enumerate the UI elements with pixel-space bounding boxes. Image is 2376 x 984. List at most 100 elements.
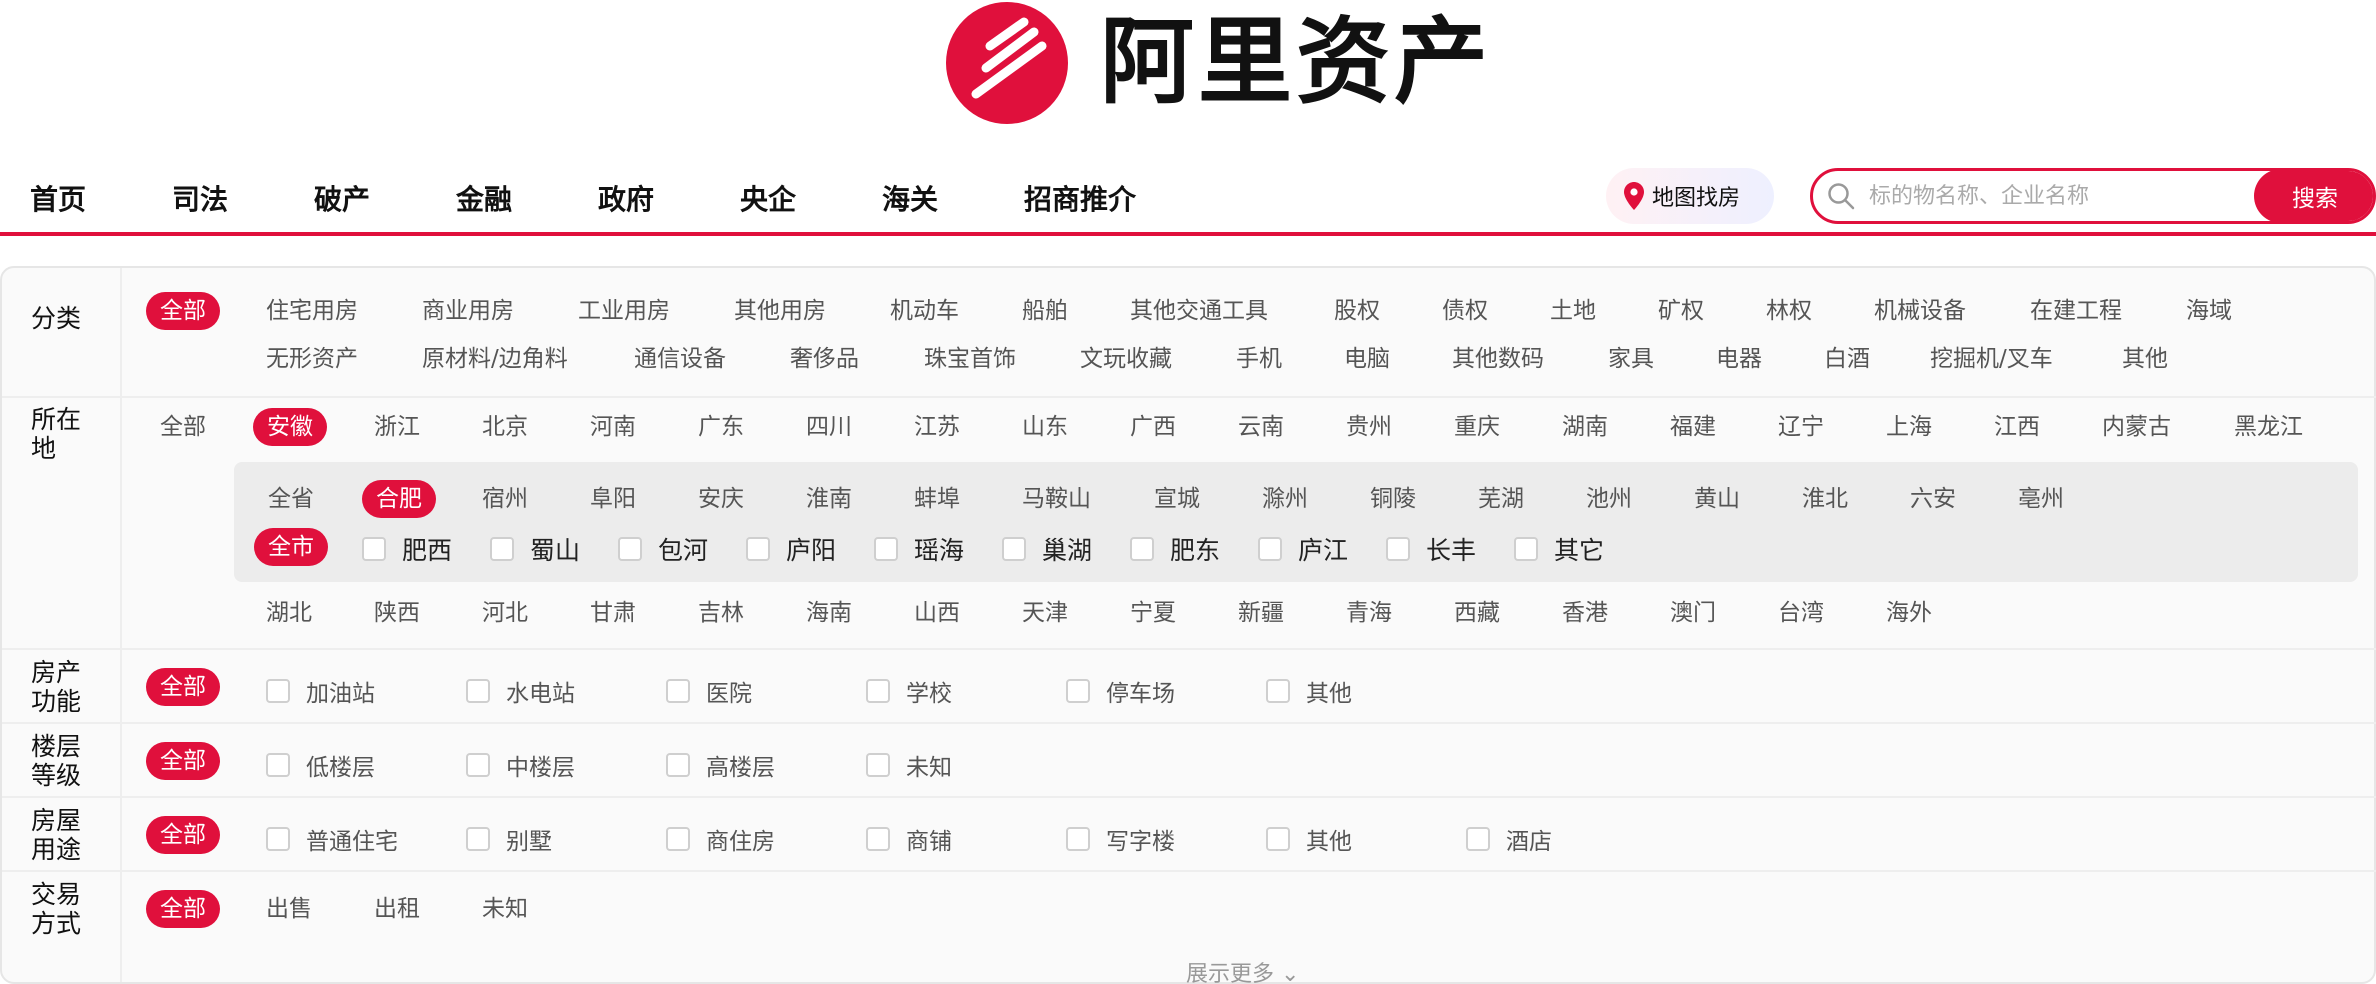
category-option[interactable]: 林权 [1766,294,1812,328]
checkbox[interactable] [1466,827,1490,851]
category-option[interactable]: 海域 [2186,294,2232,328]
category-option[interactable]: 其他数码 [1452,342,1544,376]
property-function-all-pill[interactable]: 全部 [146,668,220,706]
trade-type-option[interactable]: 未知 [482,892,528,926]
checkbox[interactable] [1002,537,1026,561]
category-option[interactable]: 原材料/边角料 [422,342,568,376]
category-option[interactable]: 其他交通工具 [1130,294,1268,328]
trade-type-option[interactable]: 出售 [266,892,312,926]
category-option[interactable]: 奢侈品 [790,342,859,376]
map-search-button[interactable]: 地图找房 [1606,168,1774,224]
category-option[interactable]: 电脑 [1344,342,1390,376]
checkbox[interactable] [1066,827,1090,851]
property-function-option[interactable]: 医院 [666,674,752,708]
floor-level-all-pill[interactable]: 全部 [146,742,220,780]
nav-item-home[interactable]: 首页 [30,180,86,220]
checkbox[interactable] [1266,827,1290,851]
checkbox[interactable] [666,679,690,703]
district-selected-pill[interactable]: 全市 [254,528,328,566]
category-option[interactable]: 手机 [1236,342,1282,376]
district-option[interactable]: 瑶海 [874,531,964,567]
city-option[interactable]: 黄山 [1694,482,1740,516]
category-option[interactable]: 电器 [1716,342,1762,376]
property-function-option[interactable]: 加油站 [266,674,375,708]
trade-type-all-pill[interactable]: 全部 [146,890,220,928]
province-option[interactable]: 辽宁 [1778,410,1824,444]
district-option[interactable]: 巢湖 [1002,531,1092,567]
category-option[interactable]: 通信设备 [634,342,726,376]
city-option[interactable]: 淮南 [806,482,852,516]
city-option[interactable]: 蚌埠 [914,482,960,516]
province-option[interactable]: 湖南 [1562,410,1608,444]
house-use-option[interactable]: 其他 [1266,822,1352,856]
city-option[interactable]: 六安 [1910,482,1956,516]
province-option[interactable]: 台湾 [1778,596,1824,630]
category-option[interactable]: 文玩收藏 [1080,342,1172,376]
house-use-option[interactable]: 商住房 [666,822,775,856]
province-option[interactable]: 湖北 [266,596,312,630]
checkbox[interactable] [266,827,290,851]
house-use-option[interactable]: 酒店 [1466,822,1552,856]
category-all-pill[interactable]: 全部 [146,292,220,330]
category-option[interactable]: 土地 [1550,294,1596,328]
city-option[interactable]: 亳州 [2018,482,2064,516]
city-option[interactable]: 滁州 [1262,482,1308,516]
city-option[interactable]: 铜陵 [1370,482,1416,516]
city-all-option[interactable]: 全省 [268,482,314,516]
city-option[interactable]: 池州 [1586,482,1632,516]
checkbox[interactable] [746,537,770,561]
city-option[interactable]: 宣城 [1154,482,1200,516]
location-selected-pill[interactable]: 安徽 [253,408,327,446]
province-option[interactable]: 陕西 [374,596,420,630]
house-use-all-pill[interactable]: 全部 [146,816,220,854]
floor-level-option[interactable]: 低楼层 [266,748,375,782]
province-option[interactable]: 四川 [806,410,852,444]
category-option[interactable]: 船舶 [1022,294,1068,328]
category-option[interactable]: 债权 [1442,294,1488,328]
property-function-option[interactable]: 水电站 [466,674,575,708]
house-use-option[interactable]: 别墅 [466,822,552,856]
nav-item-central-enterprise[interactable]: 央企 [740,180,796,220]
province-option[interactable]: 福建 [1670,410,1716,444]
city-option[interactable]: 宿州 [482,482,528,516]
checkbox[interactable] [1258,537,1282,561]
city-option[interactable]: 马鞍山 [1022,482,1091,516]
checkbox[interactable] [1066,679,1090,703]
checkbox[interactable] [466,827,490,851]
city-selected-pill[interactable]: 合肥 [362,480,436,518]
province-option[interactable]: 澳门 [1670,596,1716,630]
city-option[interactable]: 安庆 [698,482,744,516]
province-option[interactable]: 上海 [1886,410,1932,444]
province-option[interactable]: 甘肃 [590,596,636,630]
district-option[interactable]: 其它 [1514,531,1604,567]
property-function-option[interactable]: 学校 [866,674,952,708]
checkbox[interactable] [266,679,290,703]
location-all-option[interactable]: 全部 [160,410,206,444]
province-option[interactable]: 西藏 [1454,596,1500,630]
district-option[interactable]: 长丰 [1386,531,1476,567]
category-option[interactable]: 珠宝首饰 [924,342,1016,376]
nav-item-finance[interactable]: 金融 [456,180,512,220]
nav-item-bankruptcy[interactable]: 破产 [314,180,370,220]
city-option[interactable]: 芜湖 [1478,482,1524,516]
category-option[interactable]: 在建工程 [2030,294,2122,328]
category-option[interactable]: 白酒 [1824,342,1870,376]
category-option[interactable]: 挖掘机/叉车 [1930,342,2053,376]
province-option[interactable]: 海外 [1886,596,1932,630]
category-option[interactable]: 工业用房 [578,294,670,328]
province-option[interactable]: 新疆 [1238,596,1284,630]
category-option[interactable]: 股权 [1334,294,1380,328]
category-option[interactable]: 家具 [1608,342,1654,376]
checkbox[interactable] [1386,537,1410,561]
house-use-option[interactable]: 普通住宅 [266,822,398,856]
province-option[interactable]: 宁夏 [1130,596,1176,630]
trade-type-option[interactable]: 出租 [374,892,420,926]
checkbox[interactable] [866,679,890,703]
province-option[interactable]: 海南 [806,596,852,630]
province-option[interactable]: 黑龙江 [2234,410,2303,444]
province-option[interactable]: 云南 [1238,410,1284,444]
province-option[interactable]: 江苏 [914,410,960,444]
checkbox[interactable] [866,827,890,851]
district-option[interactable]: 肥西 [362,531,452,567]
province-option[interactable]: 天津 [1022,596,1068,630]
